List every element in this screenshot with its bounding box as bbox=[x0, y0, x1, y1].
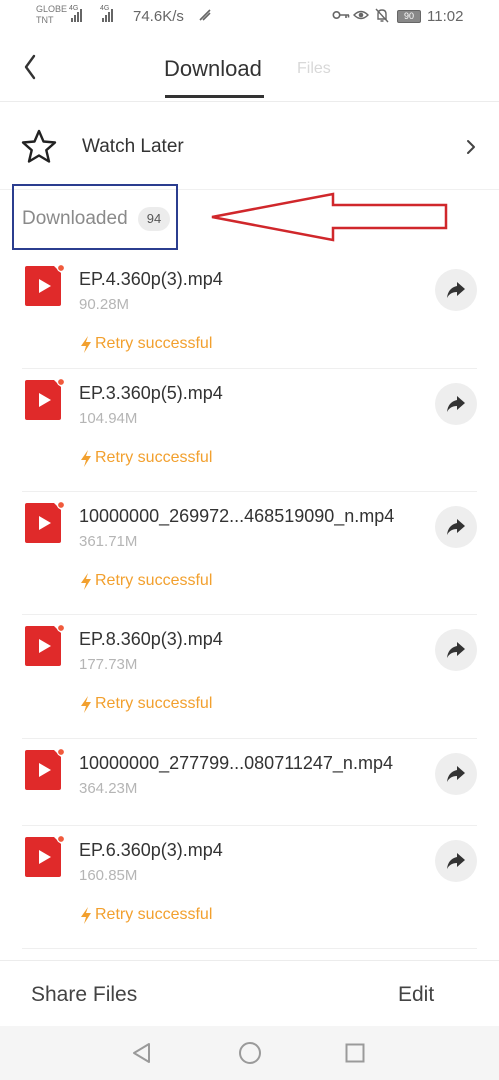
eye-icon bbox=[353, 8, 369, 25]
file-item[interactable]: EP.8.360p(3).mp4 177.73M Retry successful bbox=[0, 615, 499, 739]
file-status: Retry successful bbox=[79, 572, 212, 590]
key-icon bbox=[332, 8, 350, 25]
file-item[interactable]: EP.6.360p(3).mp4 160.85M Retry successful bbox=[0, 826, 499, 949]
video-file-icon bbox=[25, 624, 64, 666]
carrier-2: TNT bbox=[36, 15, 54, 25]
signal-icon: 4G bbox=[100, 5, 113, 22]
file-name: EP.4.360p(3).mp4 bbox=[79, 269, 223, 289]
video-file-icon bbox=[25, 378, 64, 420]
file-item[interactable]: EP.4.360p(3).mp4 90.28M Retry successful bbox=[0, 255, 499, 369]
share-arrow-icon bbox=[447, 853, 465, 869]
top-header: Download Files bbox=[0, 36, 499, 102]
file-status: Retry successful bbox=[79, 906, 212, 924]
file-status-label: Retry successful bbox=[95, 695, 213, 712]
share-button[interactable] bbox=[435, 840, 477, 882]
file-status-label: Retry successful bbox=[95, 572, 213, 589]
signal-icon: 4G bbox=[69, 5, 82, 22]
status-bar: GLOBE TNT 4G 4G 74.6K/s 90 11:02 bbox=[0, 0, 499, 36]
lightning-icon bbox=[81, 335, 91, 353]
tab-active-indicator bbox=[165, 95, 264, 98]
video-file-icon bbox=[25, 501, 64, 543]
share-button[interactable] bbox=[435, 753, 477, 795]
share-button[interactable] bbox=[435, 506, 477, 548]
downloaded-label: Downloaded bbox=[22, 208, 128, 229]
edit-button[interactable]: Edit bbox=[398, 983, 434, 1007]
network-type-2: 4G bbox=[100, 5, 110, 12]
file-size: 160.85M bbox=[79, 867, 138, 884]
nfc-icon bbox=[198, 8, 212, 25]
share-arrow-icon bbox=[447, 396, 465, 412]
share-arrow-icon bbox=[447, 519, 465, 535]
share-files-button[interactable]: Share Files bbox=[31, 983, 137, 1007]
watch-later-label: Watch Later bbox=[82, 136, 184, 157]
file-size: 104.94M bbox=[79, 410, 138, 427]
clock: 11:02 bbox=[427, 8, 464, 25]
bottom-action-bar: Share Files Edit bbox=[0, 960, 499, 1026]
network-speed: 74.6K/s bbox=[133, 8, 184, 25]
annotation-arrow bbox=[211, 192, 448, 242]
lightning-icon bbox=[81, 449, 91, 467]
lightning-icon bbox=[81, 695, 91, 713]
share-button[interactable] bbox=[435, 629, 477, 671]
file-size: 90.28M bbox=[79, 296, 130, 313]
system-nav-bar bbox=[0, 1026, 499, 1080]
chevron-right-icon bbox=[467, 140, 475, 154]
share-button[interactable] bbox=[435, 383, 477, 425]
file-item[interactable]: 10000000_277799...080711247_n.mp4 364.23M bbox=[0, 739, 499, 826]
file-status: Retry successful bbox=[79, 449, 212, 467]
nav-back-icon[interactable] bbox=[131, 1042, 153, 1064]
file-name: EP.6.360p(3).mp4 bbox=[79, 840, 223, 860]
carrier-1: GLOBE bbox=[36, 4, 68, 14]
file-size: 361.71M bbox=[79, 533, 138, 550]
nav-home-icon[interactable] bbox=[238, 1041, 262, 1065]
file-status: Retry successful bbox=[79, 695, 212, 713]
star-icon bbox=[21, 129, 57, 163]
file-name: 10000000_269972...468519090_n.mp4 bbox=[79, 506, 395, 526]
share-button[interactable] bbox=[435, 269, 477, 311]
chevron-left-icon bbox=[24, 54, 36, 80]
video-file-icon bbox=[25, 835, 64, 877]
file-item[interactable]: 10000000_269972...468519090_n.mp4 361.71M… bbox=[0, 492, 499, 615]
downloaded-count-badge: 94 bbox=[138, 207, 170, 231]
network-type-1: 4G bbox=[69, 5, 79, 12]
tab-download[interactable]: Download bbox=[164, 56, 262, 82]
tab-files[interactable]: Files bbox=[297, 60, 331, 78]
file-status: Retry successful bbox=[79, 335, 212, 353]
file-name: 10000000_277799...080711247_n.mp4 bbox=[79, 753, 393, 773]
share-arrow-icon bbox=[447, 766, 465, 782]
file-name: EP.8.360p(3).mp4 bbox=[79, 629, 223, 649]
share-arrow-icon bbox=[447, 282, 465, 298]
video-file-icon bbox=[25, 264, 64, 306]
file-status-label: Retry successful bbox=[95, 449, 213, 466]
lightning-icon bbox=[81, 906, 91, 924]
file-size: 177.73M bbox=[79, 656, 138, 673]
share-arrow-icon bbox=[447, 642, 465, 658]
watch-later-row[interactable]: Watch Later bbox=[0, 102, 499, 190]
file-status-label: Retry successful bbox=[95, 335, 213, 352]
file-name: EP.3.360p(5).mp4 bbox=[79, 383, 223, 403]
file-item[interactable]: EP.3.360p(5).mp4 104.94M Retry successful bbox=[0, 369, 499, 492]
nav-recents-icon[interactable] bbox=[345, 1043, 365, 1063]
back-button[interactable] bbox=[18, 50, 48, 84]
video-file-icon bbox=[25, 748, 64, 790]
bell-off-icon bbox=[375, 8, 389, 26]
carrier-labels: GLOBE TNT bbox=[36, 4, 67, 26]
file-size: 364.23M bbox=[79, 780, 138, 797]
file-status-label: Retry successful bbox=[95, 906, 213, 923]
battery-icon: 90 bbox=[397, 10, 421, 23]
lightning-icon bbox=[81, 572, 91, 590]
row-divider bbox=[22, 948, 477, 949]
